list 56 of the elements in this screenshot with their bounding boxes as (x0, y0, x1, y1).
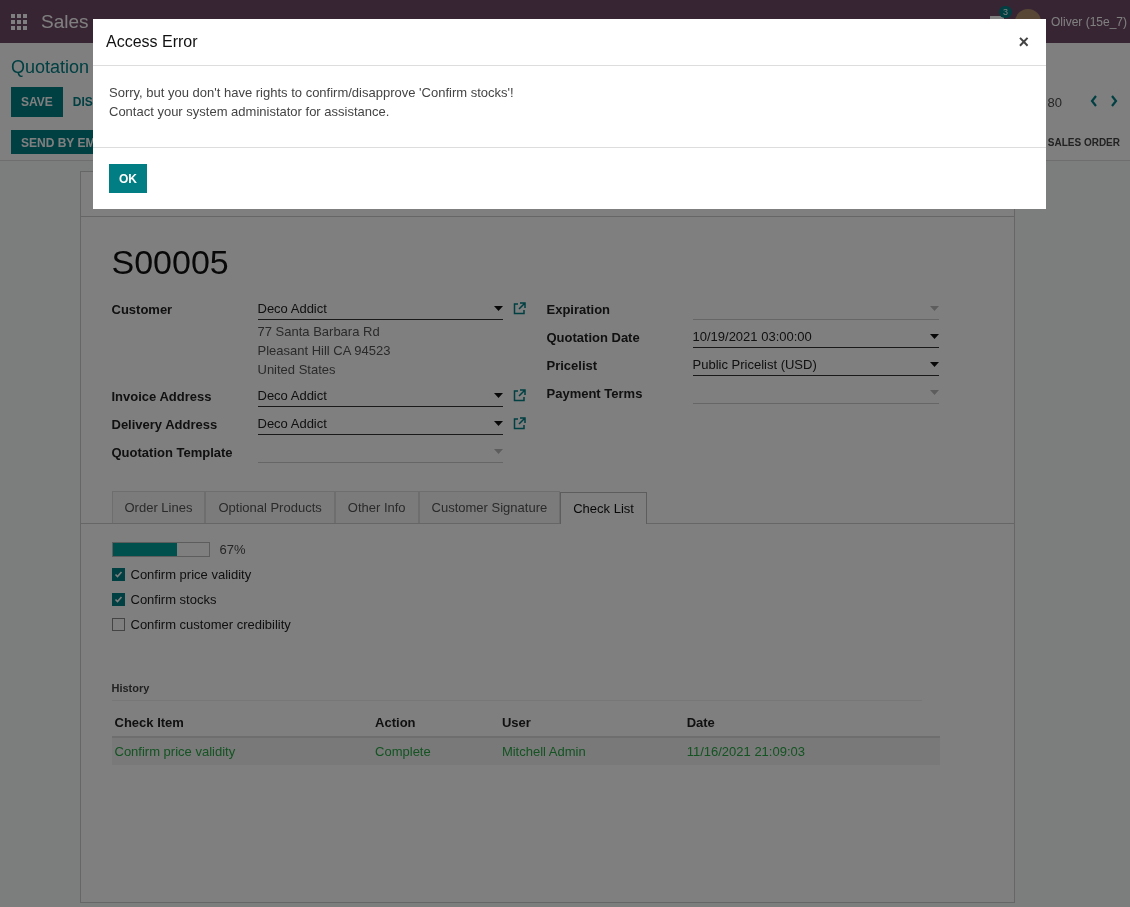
checkbox-label[interactable]: Confirm customer credibility (130, 617, 291, 632)
section-title: History (111, 682, 922, 701)
checkbox[interactable] (111, 568, 125, 581)
close-button[interactable]: × (1014, 31, 1033, 53)
progress-reading: 67% (219, 542, 246, 557)
table-cell: 11/16/2021 21:09:03 (683, 737, 940, 765)
user-name[interactable]: Oliver (15e_7) (1050, 14, 1127, 29)
caret-icon[interactable] (493, 393, 503, 398)
tab[interactable]: Optional Products (205, 491, 335, 523)
app-title[interactable]: Sales (41, 10, 89, 33)
field-label: Delivery Address (111, 416, 219, 432)
field-label: Expiration (546, 301, 612, 317)
field-label: Pricelist (546, 357, 599, 373)
next-icon[interactable] (1110, 95, 1118, 107)
table-cell: Confirm price validity (111, 737, 373, 765)
tab[interactable]: Order Lines (111, 491, 206, 523)
external-link-icon[interactable] (512, 302, 526, 315)
tab[interactable]: Customer Signature (418, 491, 561, 523)
ok-button[interactable]: OK (109, 164, 147, 193)
select-field[interactable]: Deco Addict (257, 298, 503, 320)
external-link-icon[interactable] (512, 389, 526, 402)
caret-icon[interactable] (929, 334, 939, 339)
dialog-message: Sorry, but you don't have rights to confirm/disapprove 'Confirm stocks'! Contact your system administator for assistance. (93, 66, 1046, 148)
field-label: Payment Terms (546, 385, 644, 401)
checkmark-icon (112, 594, 124, 605)
field-label: Quotation Template (111, 444, 234, 460)
address-text: 77 Santa Barbara Rd Pleasant Hill CA 94523 United States (257, 323, 392, 379)
apps-menu-icon[interactable] (11, 13, 27, 30)
field-label: Quotation Date (546, 329, 641, 345)
checkbox-label[interactable]: Confirm price validity (130, 567, 252, 582)
breadcrumb[interactable]: Quotation (11, 57, 90, 78)
caret-icon[interactable] (929, 362, 939, 367)
notification-badge: 3 (998, 5, 1012, 18)
table-cell: Mitchell Admin (498, 737, 684, 765)
select-field[interactable]: 10/19/2021 03:00:00 (692, 326, 939, 348)
select-field[interactable]: Public Pricelist (USD) (692, 354, 939, 376)
checkbox[interactable] (111, 618, 125, 631)
select-field[interactable]: Deco Addict (257, 385, 503, 407)
checkbox[interactable] (111, 593, 125, 606)
pager-counter: 80 (1047, 95, 1062, 110)
select-field[interactable]: Deco Addict (257, 413, 503, 435)
previous-icon[interactable] (1090, 95, 1098, 107)
field-label: Invoice Address (111, 388, 213, 404)
record-title: S00005 (111, 243, 230, 282)
external-link-icon[interactable] (512, 417, 526, 430)
checkbox-label[interactable]: Confirm stocks (130, 592, 217, 607)
dialog-title: Access Error (106, 33, 198, 51)
caret-icon[interactable] (493, 306, 503, 311)
checkmark-icon (112, 569, 124, 580)
tab[interactable]: Check List (560, 492, 647, 524)
caret-icon[interactable] (493, 421, 503, 426)
status-stage[interactable]: SALES ORDER (1047, 137, 1120, 148)
field-label: Customer (111, 301, 174, 317)
save-button[interactable]: SAVE (11, 87, 63, 117)
tab[interactable]: Other Info (334, 491, 419, 523)
table-cell: Complete (372, 737, 499, 765)
